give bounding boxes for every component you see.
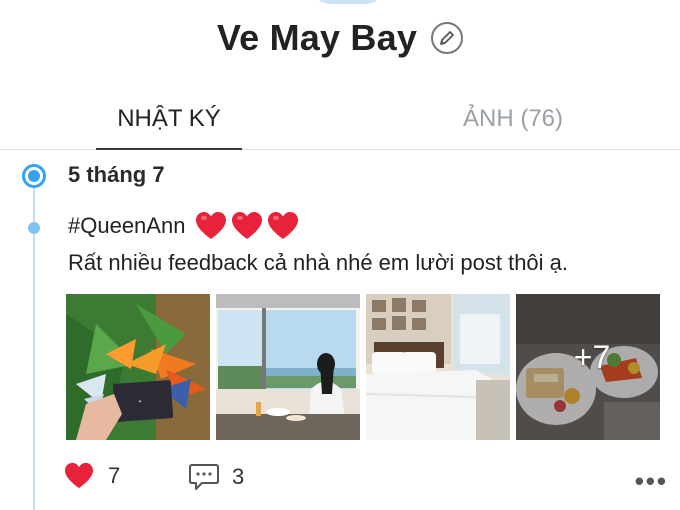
photo-thumbnail-more[interactable]: +7 xyxy=(516,294,660,440)
post-actions: 7 3 ••• xyxy=(64,462,668,496)
heart-emojis xyxy=(195,211,299,241)
timeline-post-marker xyxy=(28,222,40,234)
avatar[interactable] xyxy=(312,0,384,4)
bedroom-photo xyxy=(366,294,510,440)
timeline-date-marker xyxy=(22,164,46,188)
profile-name: Ve May Bay xyxy=(216,17,418,58)
heart-emoji-icon xyxy=(268,212,299,239)
heart-icon xyxy=(65,462,93,489)
svg-text:✦: ✦ xyxy=(138,399,142,405)
profile-header: Ve May Bay xyxy=(0,10,680,66)
more-dots-icon: ••• xyxy=(634,466,668,496)
post-hashtag-line: #QueenAnn xyxy=(68,211,299,241)
like-button[interactable]: 7 xyxy=(64,462,120,490)
post-hashtag[interactable]: #QueenAnn xyxy=(68,213,185,239)
like-count: 7 xyxy=(108,463,121,488)
more-options-button[interactable]: ••• xyxy=(635,466,668,497)
photo-thumbnail[interactable] xyxy=(216,294,360,440)
profile-tabs: NHẬT KÝ ẢNH (76) xyxy=(0,88,680,150)
tab-photos[interactable]: ẢNH (76) xyxy=(440,88,586,149)
flowers-photo: ✦ xyxy=(66,294,210,440)
comment-count: 3 xyxy=(232,464,245,489)
more-photos-count: +7 xyxy=(573,338,611,375)
photo-thumbnail[interactable]: ✦ xyxy=(66,294,210,440)
comment-bubble-icon xyxy=(189,464,219,490)
edit-name-button[interactable] xyxy=(431,22,464,54)
pencil-icon xyxy=(440,31,454,45)
heart-emoji-icon xyxy=(232,212,263,239)
post-date: 5 tháng 7 xyxy=(68,162,165,187)
restaurant-photo xyxy=(216,294,360,440)
tab-diary[interactable]: NHẬT KÝ xyxy=(96,88,242,150)
photo-grid: ✦ +7 xyxy=(66,294,662,440)
heart-emoji-icon xyxy=(196,212,227,239)
post-text: Rất nhiều feedback cả nhà nhé em lười po… xyxy=(68,250,569,275)
comment-button[interactable]: 3 xyxy=(188,462,244,492)
photo-thumbnail[interactable] xyxy=(366,294,510,440)
